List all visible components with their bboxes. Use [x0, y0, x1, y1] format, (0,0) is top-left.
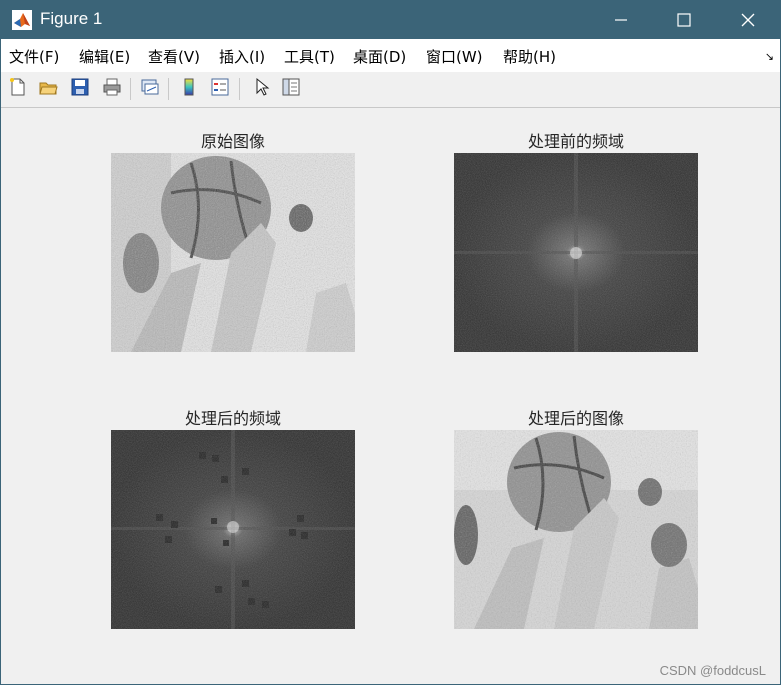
pointer-icon [251, 77, 271, 101]
close-icon [741, 13, 755, 27]
figure-toolbar [1, 72, 780, 108]
colorbar-button[interactable] [177, 77, 201, 101]
menu-window[interactable]: 窗口(W) [426, 46, 483, 67]
filtered-image[interactable] [454, 430, 698, 629]
new-figure-icon [8, 77, 28, 101]
subplot-title-spectrum-before: 处理前的频域 [527, 132, 624, 151]
legend-button[interactable] [208, 77, 232, 101]
toolbar-separator [168, 78, 169, 100]
menu-insert[interactable]: 插入(I) [219, 46, 265, 67]
toolbar-separator [239, 78, 240, 100]
link-plot-button[interactable] [138, 77, 162, 101]
menu-file[interactable]: 文件(F) [9, 46, 59, 67]
menu-edit[interactable]: 编辑(E) [79, 46, 130, 67]
minimize-button[interactable] [592, 1, 650, 39]
toolbar-separator [130, 78, 131, 100]
watermark: CSDN @foddcusL [659, 663, 766, 678]
original-image[interactable] [111, 153, 355, 352]
menu-view[interactable]: 查看(V) [148, 46, 200, 67]
close-button[interactable] [719, 1, 777, 39]
maximize-icon [677, 13, 691, 27]
menu-help[interactable]: 帮助(H) [503, 46, 556, 67]
new-figure-button[interactable] [6, 77, 30, 101]
dock-arrow-icon[interactable]: ↘ [765, 50, 774, 63]
link-plot-icon [140, 77, 160, 101]
spectrum-after-image[interactable] [111, 430, 355, 629]
spectrum-before-image[interactable] [454, 153, 698, 352]
print-button[interactable] [100, 77, 124, 101]
title-bar[interactable]: Figure 1 [1, 1, 780, 39]
figure-window: Figure 1 文件(F) 编辑(E) 查看(V) 插入(I) 工具(T) 桌… [0, 0, 781, 685]
colorbar-icon [179, 77, 199, 101]
property-inspector-icon [281, 77, 301, 101]
menu-desktop[interactable]: 桌面(D) [353, 46, 406, 67]
save-button[interactable] [68, 77, 92, 101]
legend-icon [210, 77, 230, 101]
open-file-icon [38, 77, 58, 101]
subplot-title-original: 原始图像 [200, 132, 265, 151]
open-file-button[interactable] [36, 77, 60, 101]
window-title: Figure 1 [40, 9, 103, 28]
subplot-title-filtered: 处理后的图像 [527, 409, 624, 428]
matlab-logo-icon [12, 10, 32, 30]
menu-tools[interactable]: 工具(T) [284, 46, 335, 67]
pointer-button[interactable] [249, 77, 273, 101]
menu-bar: 文件(F) 编辑(E) 查看(V) 插入(I) 工具(T) 桌面(D) 窗口(W… [1, 39, 780, 72]
subplot-title-spectrum-after: 处理后的频域 [184, 409, 281, 428]
maximize-button[interactable] [655, 1, 713, 39]
minimize-icon [614, 13, 628, 27]
save-icon [70, 77, 90, 101]
property-inspector-button[interactable] [279, 77, 303, 101]
print-icon [102, 77, 122, 101]
